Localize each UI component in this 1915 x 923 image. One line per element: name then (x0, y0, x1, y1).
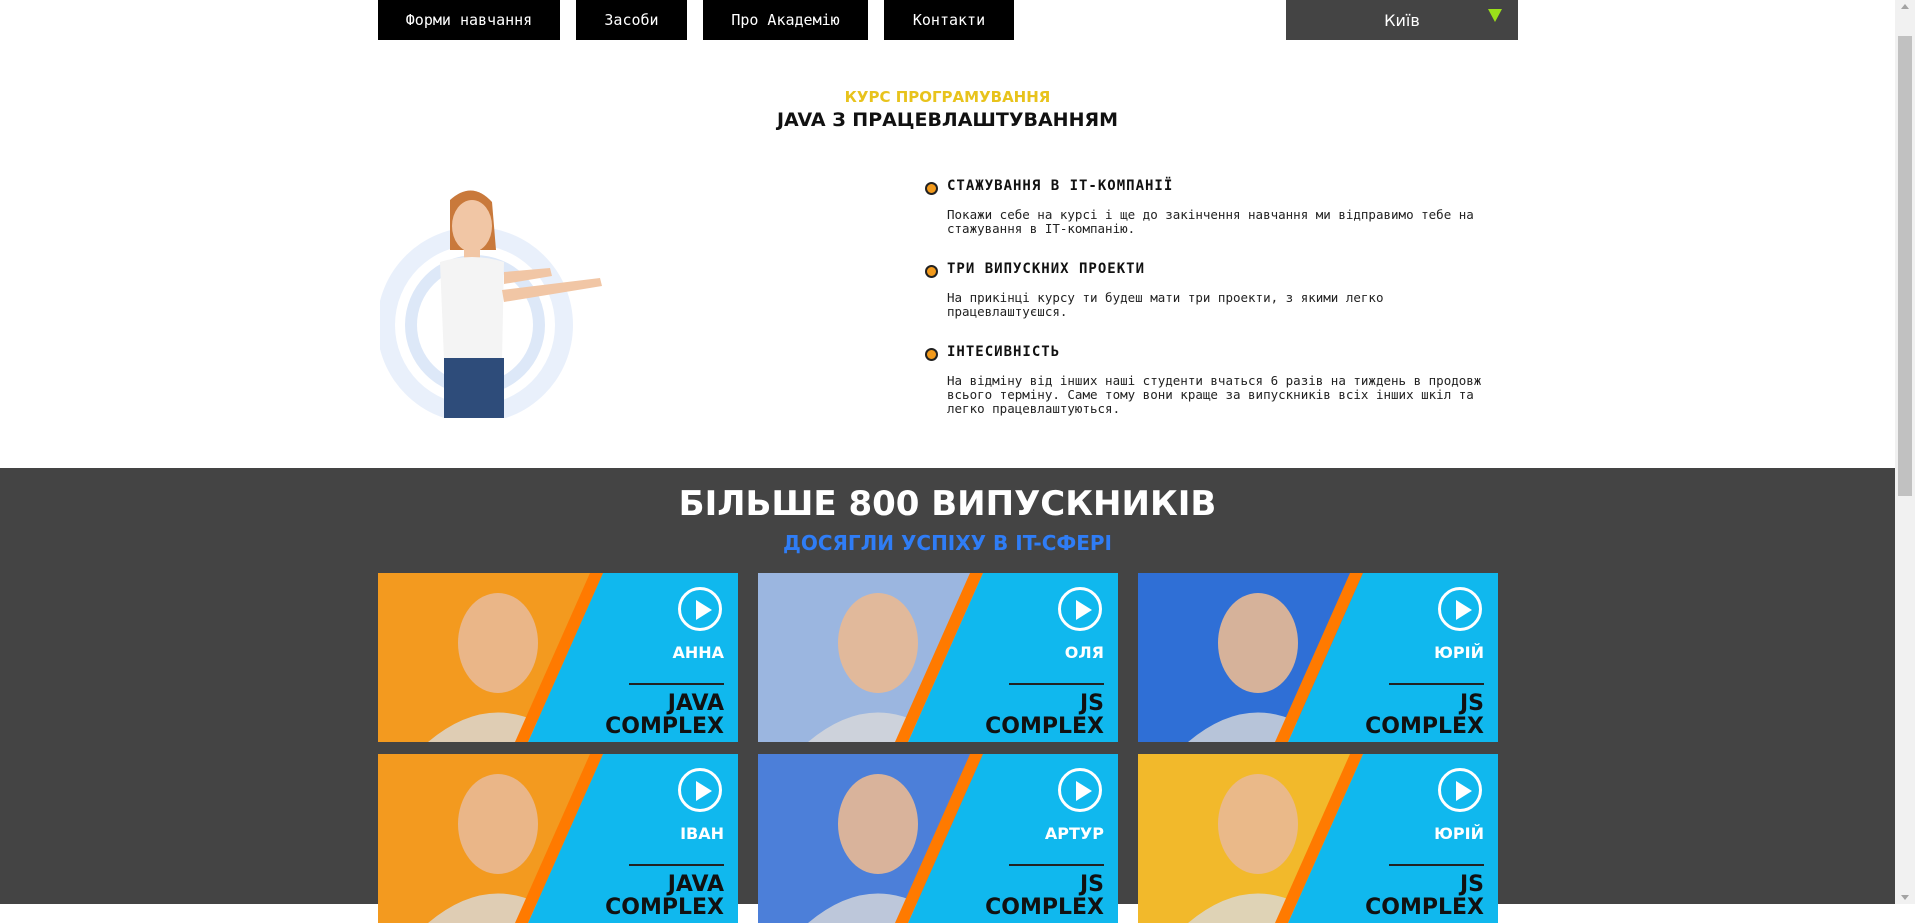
city-select[interactable]: Київ (1286, 0, 1518, 40)
graduate-course: JAVA COMPLEX (544, 873, 724, 919)
graduates-subtitle: ДОСЯГЛИ УСПІХУ В IT-СФЕРІ (783, 531, 1112, 555)
graduate-course: JS COMPLEX (924, 692, 1104, 738)
triangle-down-icon (1488, 9, 1502, 22)
scroll-down-icon[interactable] (1901, 895, 1909, 900)
graduate-video-card[interactable]: ОЛЯ JS COMPLEX (758, 573, 1118, 742)
course-line-2: COMPLEX (1365, 714, 1484, 739)
scroll-up-icon[interactable] (1901, 4, 1909, 9)
play-circle-icon[interactable] (678, 768, 722, 812)
course-line-1: JS (1079, 691, 1104, 716)
course-kicker: КУРС ПРОГРАМУВАННЯ (844, 88, 1051, 106)
graduate-name: ОЛЯ (1064, 643, 1104, 662)
graduate-name: АРТУР (1044, 824, 1104, 843)
graduate-name: ЮРІЙ (1434, 824, 1484, 843)
divider (629, 864, 724, 866)
graduate-video-card[interactable]: АРТУР JS COMPLEX (758, 754, 1118, 923)
city-select-value: Київ (1384, 10, 1420, 30)
feature-title: ІНТЕСИВНІСТЬ (947, 344, 1061, 360)
scrollbar-thumb[interactable] (1898, 36, 1912, 496)
course-line-1: JS (1079, 872, 1104, 897)
nav-item-label: Форми навчання (405, 11, 533, 29)
graduate-video-card[interactable]: АННА JAVA COMPLEX (378, 573, 738, 742)
orange-dot-icon (925, 265, 938, 278)
divider (1009, 864, 1104, 866)
feature-text: На відміну від інших наші студенти вчать… (947, 373, 1482, 416)
graduate-course: JS COMPLEX (924, 873, 1104, 919)
course-line-1: JS (1459, 872, 1484, 897)
nav-item-label: Контакти (912, 11, 986, 29)
nav-item-label: Засоби (604, 11, 659, 29)
feature-text: Покажи себе на курсі і ще до закінчення … (947, 207, 1474, 236)
graduate-video-card[interactable]: ЮРІЙ JS COMPLEX (1138, 573, 1498, 742)
play-circle-icon[interactable] (1058, 587, 1102, 631)
course-line-2: COMPLEX (1365, 895, 1484, 920)
graduate-name: ІВАН (680, 824, 724, 843)
hero-person-image (380, 180, 610, 418)
feature-title: СТАЖУВАННЯ В IT-КОМПАНІЇ (947, 178, 1174, 194)
graduate-video-card[interactable]: ІВАН JAVA COMPLEX (378, 754, 738, 923)
divider (1389, 864, 1484, 866)
feature-title: ТРИ ВИПУСКНИХ ПРОЕКТИ (947, 261, 1146, 277)
nav-item-contacts[interactable]: Контакти (884, 0, 1014, 40)
graduates-title: БІЛЬШЕ 800 ВИПУСКНИКІВ (678, 484, 1217, 524)
divider (1009, 683, 1104, 685)
graduate-name: ЮРІЙ (1434, 643, 1484, 662)
page-scrollbar[interactable] (1895, 0, 1915, 904)
play-circle-icon[interactable] (1438, 768, 1482, 812)
graduate-course: JS COMPLEX (1304, 692, 1484, 738)
nav-item-study-forms[interactable]: Форми навчання (378, 0, 560, 40)
course-line-1: JAVA (667, 872, 724, 897)
feature-text: На прикінці курсу ти будеш мати три прое… (947, 290, 1384, 319)
nav-item-tools[interactable]: Засоби (576, 0, 687, 40)
orange-dot-icon (925, 182, 938, 195)
course-line-2: COMPLEX (605, 714, 724, 739)
nav-item-about-academy[interactable]: Про Академію (703, 0, 868, 40)
course-line-1: JS (1459, 691, 1484, 716)
course-line-1: JAVA (667, 691, 724, 716)
course-title: JAVA З ПРАЦЕВЛАШТУВАННЯМ (776, 109, 1119, 131)
graduate-course: JAVA COMPLEX (544, 692, 724, 738)
divider (629, 683, 724, 685)
play-circle-icon[interactable] (1438, 587, 1482, 631)
course-line-2: COMPLEX (985, 714, 1104, 739)
divider (1389, 683, 1484, 685)
course-line-2: COMPLEX (985, 895, 1104, 920)
nav-item-label: Про Академію (731, 11, 840, 29)
play-circle-icon[interactable] (1058, 768, 1102, 812)
play-circle-icon[interactable] (678, 587, 722, 631)
orange-dot-icon (925, 348, 938, 361)
graduate-video-card[interactable]: ЮРІЙ JS COMPLEX (1138, 754, 1498, 923)
graduate-course: JS COMPLEX (1304, 873, 1484, 919)
graduate-name: АННА (672, 643, 724, 662)
course-line-2: COMPLEX (605, 895, 724, 920)
